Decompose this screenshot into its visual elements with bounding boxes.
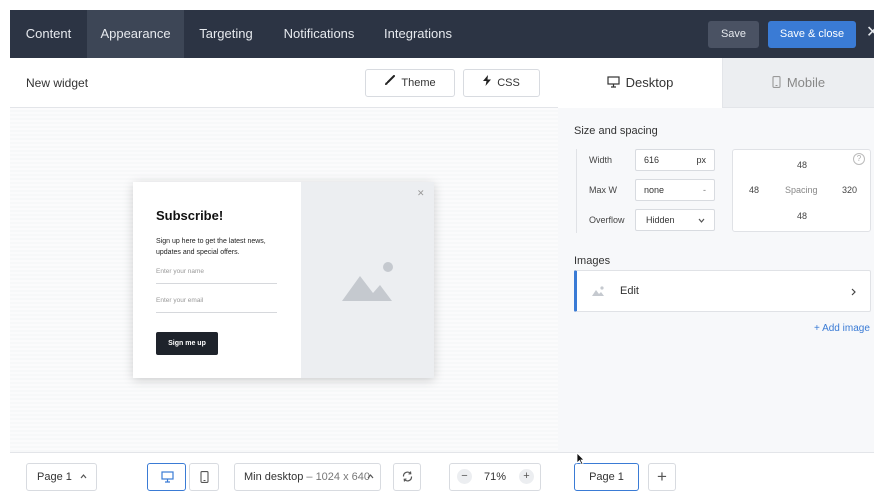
section-divider bbox=[576, 149, 577, 233]
phone-icon bbox=[772, 59, 781, 109]
tab-desktop[interactable]: Desktop bbox=[558, 58, 723, 108]
width-label: Width bbox=[589, 155, 613, 165]
add-page-button[interactable]: + bbox=[648, 463, 676, 491]
css-button[interactable]: CSS bbox=[463, 69, 540, 97]
image-thumb-icon bbox=[592, 286, 604, 296]
popup-preview[interactable]: Subscribe! Sign up here to get the lates… bbox=[133, 182, 434, 378]
zoom-control: − 71% + bbox=[449, 463, 541, 491]
css-label: CSS bbox=[497, 77, 520, 89]
width-value: 616 bbox=[644, 155, 660, 165]
editor-area: New widget Theme CSS Subscribe! Sign up … bbox=[10, 58, 558, 498]
theme-button[interactable]: Theme bbox=[365, 69, 455, 97]
monitor-icon bbox=[607, 59, 620, 109]
spacing-bottom[interactable]: 48 bbox=[797, 211, 807, 221]
tab-targeting[interactable]: Targeting bbox=[184, 10, 268, 58]
spacing-label: Spacing bbox=[785, 185, 818, 195]
add-image-link[interactable]: + Add image bbox=[814, 323, 870, 334]
rotate-button[interactable] bbox=[393, 463, 421, 491]
max-width-value: none bbox=[644, 185, 665, 195]
max-width-input[interactable]: none - bbox=[635, 179, 715, 201]
page-select[interactable]: Page 1 bbox=[26, 463, 97, 491]
top-nav-bar: Content Appearance Targeting Notificatio… bbox=[10, 10, 874, 58]
image-icon bbox=[342, 262, 393, 301]
monitor-icon bbox=[161, 471, 174, 483]
image-edit-label: Edit bbox=[620, 285, 639, 297]
overflow-label: Overflow bbox=[589, 215, 625, 225]
pages-bar: Page 1 + bbox=[558, 452, 874, 498]
widget-title: New widget bbox=[26, 76, 89, 90]
desktop-view-button[interactable] bbox=[147, 463, 186, 491]
name-input[interactable]: Enter your name bbox=[156, 268, 277, 284]
editor-bottom-bar: Page 1 Min desktop – 1024 x 640 − 71% + bbox=[10, 452, 558, 498]
zoom-value: 71% bbox=[484, 471, 507, 483]
size-section-label: Size and spacing bbox=[574, 125, 658, 137]
max-width-label: Max W bbox=[589, 185, 617, 195]
tab-desktop-label: Desktop bbox=[625, 75, 674, 90]
close-icon[interactable]: ✕ bbox=[866, 22, 874, 42]
mouse-cursor-icon bbox=[576, 452, 585, 465]
popup-title: Subscribe! bbox=[156, 208, 224, 223]
device-label: Min desktop bbox=[244, 471, 304, 483]
save-button[interactable]: Save bbox=[708, 21, 759, 48]
page-select-label: Page 1 bbox=[37, 471, 72, 483]
width-input[interactable]: 616 px bbox=[635, 149, 715, 171]
width-unit: px bbox=[696, 155, 706, 165]
tab-appearance[interactable]: Appearance bbox=[87, 10, 184, 58]
help-icon[interactable]: ? bbox=[853, 153, 865, 165]
save-close-button[interactable]: Save & close bbox=[768, 21, 856, 48]
theme-label: Theme bbox=[401, 77, 436, 89]
image-list-item[interactable]: Edit bbox=[574, 270, 871, 312]
brush-icon bbox=[384, 70, 396, 96]
rotate-icon bbox=[402, 471, 413, 482]
device-size-select[interactable]: Min desktop – 1024 x 640 bbox=[234, 463, 381, 491]
chevron-right-icon bbox=[851, 288, 856, 296]
tab-integrations[interactable]: Integrations bbox=[370, 10, 466, 58]
zoom-out-button[interactable]: − bbox=[457, 469, 472, 484]
phone-icon bbox=[200, 471, 209, 483]
sign-up-button[interactable]: Sign me up bbox=[156, 332, 218, 355]
chevron-down-icon bbox=[698, 218, 705, 223]
tab-mobile[interactable]: Mobile bbox=[723, 58, 874, 108]
chevron-up-icon bbox=[80, 474, 87, 479]
spacing-right[interactable]: 320 bbox=[842, 185, 857, 195]
preview-canvas: Subscribe! Sign up here to get the lates… bbox=[10, 108, 558, 452]
lightning-icon bbox=[483, 70, 492, 96]
popup-close-icon[interactable]: ✕ bbox=[417, 188, 425, 199]
image-placeholder bbox=[301, 182, 434, 378]
editor-header: New widget Theme CSS bbox=[10, 58, 558, 108]
popup-text: Sign up here to get the latest news, upd… bbox=[156, 238, 266, 256]
spacing-left[interactable]: 48 bbox=[749, 185, 759, 195]
images-section-label: Images bbox=[574, 255, 611, 267]
spacing-box: 48 48 Spacing 320 48 ? bbox=[732, 149, 871, 232]
zoom-in-button[interactable]: + bbox=[519, 469, 534, 484]
tab-content[interactable]: Content bbox=[10, 10, 87, 58]
max-width-dash: - bbox=[703, 185, 706, 195]
overflow-select[interactable]: Hidden bbox=[635, 209, 715, 231]
chevron-up-icon bbox=[367, 474, 374, 479]
tab-notifications[interactable]: Notifications bbox=[268, 10, 370, 58]
email-input[interactable]: Enter your email bbox=[156, 297, 277, 313]
mobile-view-button[interactable] bbox=[189, 463, 219, 491]
page-tab[interactable]: Page 1 bbox=[574, 463, 639, 491]
overflow-value: Hidden bbox=[646, 215, 675, 225]
device-size: 1024 x 640 bbox=[315, 471, 370, 483]
spacing-top[interactable]: 48 bbox=[797, 160, 807, 170]
tab-mobile-label: Mobile bbox=[786, 75, 826, 90]
settings-panel: Desktop Mobile Size and spacing Width 61… bbox=[558, 58, 874, 498]
